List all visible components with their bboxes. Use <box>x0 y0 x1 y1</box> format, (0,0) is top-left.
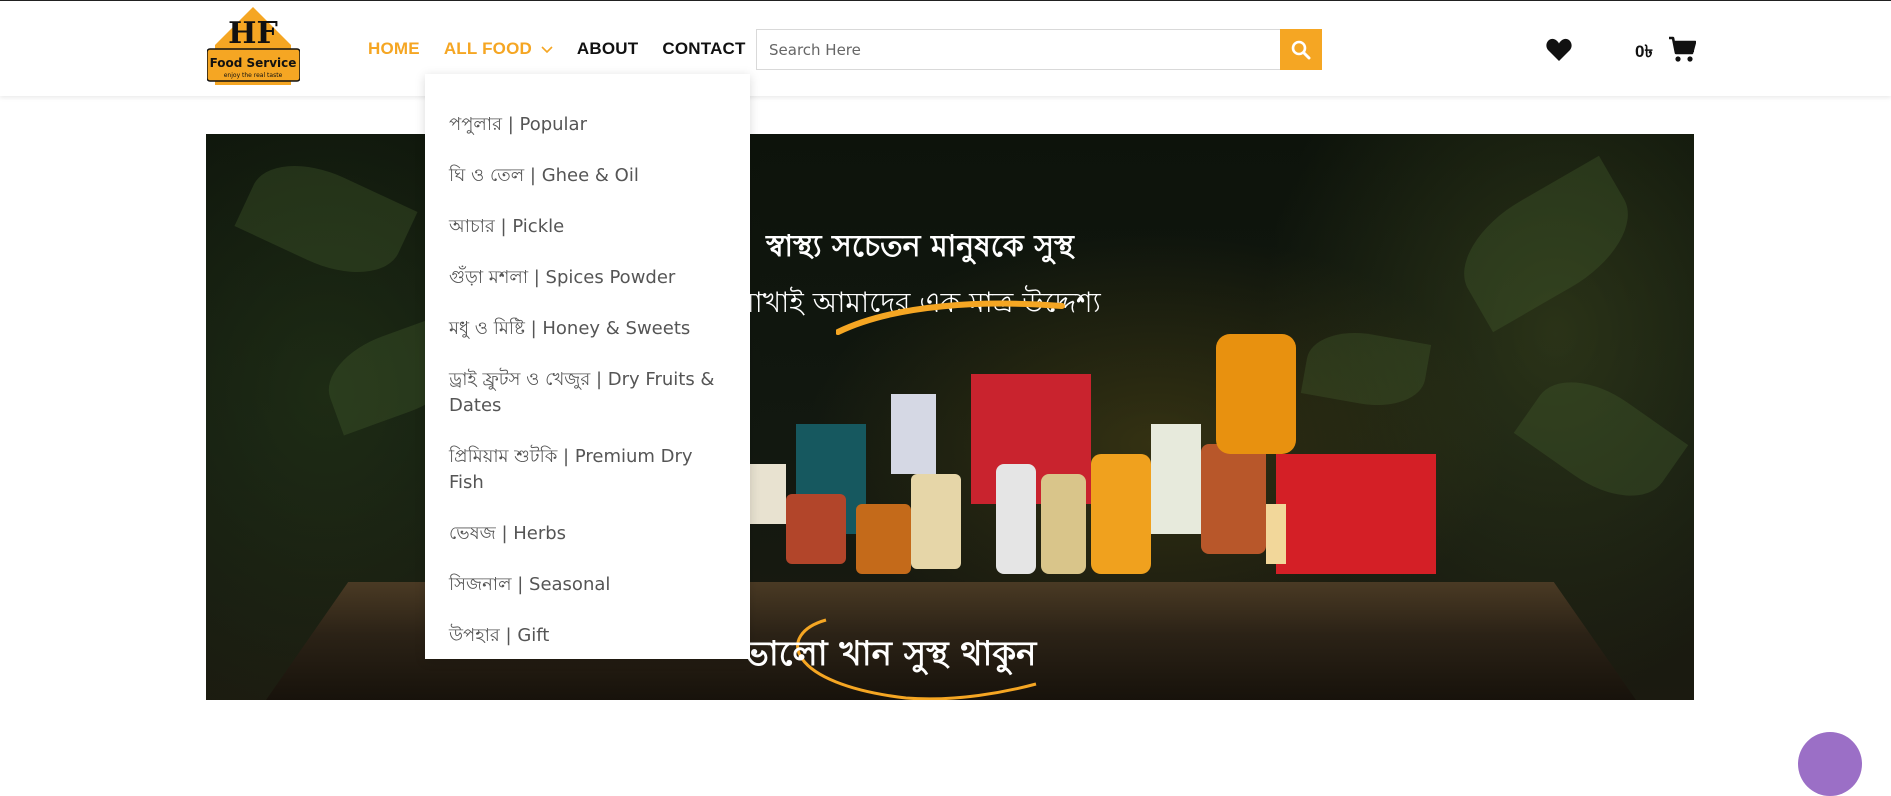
leaf-decoration <box>1513 359 1689 519</box>
nav-contact[interactable]: CONTACT <box>662 39 745 59</box>
menu-item-spices-powder[interactable]: গুঁড়া মশলা | Spices Powder <box>425 265 750 291</box>
nav-home[interactable]: HOME <box>368 39 420 59</box>
heart-icon[interactable] <box>1546 38 1572 62</box>
swoosh-decoration <box>836 300 1065 335</box>
chat-widget-button[interactable] <box>1798 732 1862 796</box>
site-header: HF Food Service enjoy the real taste HOM… <box>0 1 1891 96</box>
main-nav: HOME ALL FOOD ABOUT CONTACT <box>368 38 770 60</box>
menu-item-gift[interactable]: উপহার | Gift <box>425 623 750 649</box>
cart-icon[interactable] <box>1668 35 1696 63</box>
svg-text:HF: HF <box>228 16 278 51</box>
product-collage <box>746 334 1436 574</box>
logo[interactable]: HF Food Service enjoy the real taste <box>207 5 300 85</box>
nav-about[interactable]: ABOUT <box>577 39 638 59</box>
menu-item-seasonal[interactable]: সিজনাল | Seasonal <box>425 572 750 598</box>
nav-all-food-label: ALL FOOD <box>443 39 532 58</box>
menu-item-premium-dry-fish[interactable]: প্রিমিয়াম শুটকি | Premium Dry Fish <box>425 444 750 496</box>
search-button[interactable] <box>1280 29 1322 70</box>
banner-tagline: ভালো খান সুস্থ থাকুন <box>743 634 1037 674</box>
menu-item-pickle[interactable]: আচার | Pickle <box>425 214 750 240</box>
svg-text:Food Service: Food Service <box>210 56 297 70</box>
chevron-down-icon <box>541 45 553 53</box>
cart-total[interactable]: 0৳ <box>1635 39 1653 67</box>
search-icon <box>1291 40 1311 59</box>
search-box <box>756 29 1322 70</box>
menu-item-dry-fruits-dates[interactable]: ড্রাই ফ্রুটস ও খেজুর | Dry Fruits & Date… <box>425 367 750 419</box>
menu-item-honey-sweets[interactable]: মধু ও মিষ্টি | Honey & Sweets <box>425 316 750 342</box>
menu-item-ghee-oil[interactable]: ঘি ও তেল | Ghee & Oil <box>425 163 750 189</box>
menu-item-herbs[interactable]: ভেষজ | Herbs <box>425 521 750 547</box>
all-food-dropdown-menu: পপুলার | Popular ঘি ও তেল | Ghee & Oil আ… <box>425 74 750 659</box>
search-input[interactable] <box>757 30 1322 69</box>
menu-item-popular[interactable]: পপুলার | Popular <box>425 112 750 138</box>
svg-text:enjoy the real taste: enjoy the real taste <box>224 72 283 79</box>
nav-all-food[interactable]: ALL FOOD <box>444 39 553 59</box>
